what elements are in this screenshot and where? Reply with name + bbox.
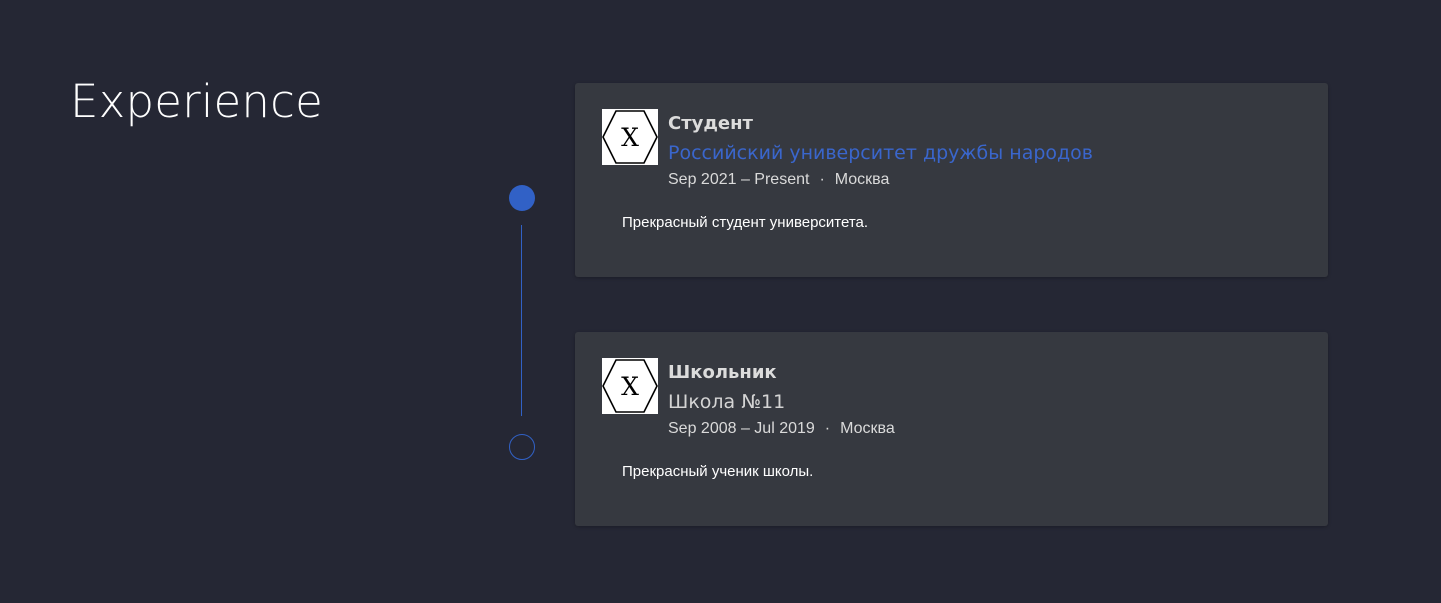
experience-role: Студент <box>668 113 753 134</box>
experience-card: X Студент Российский университет дружбы … <box>575 83 1328 277</box>
meta-separator: · <box>819 171 825 188</box>
experience-meta: Sep 2021 – Present · Москва <box>668 169 889 191</box>
organization-name: Школа №11 <box>668 391 786 413</box>
section-title: Experience <box>70 75 323 128</box>
timeline-connector <box>521 225 522 416</box>
hexagon-x-logo-icon: X <box>602 109 658 165</box>
meta-separator: · <box>824 420 831 437</box>
location: Москва <box>840 420 895 437</box>
organization-link[interactable]: Российский университет дружбы народов <box>668 140 1093 166</box>
experience-description: Прекрасный ученик школы. <box>622 463 814 480</box>
logo-letter: X <box>621 372 639 401</box>
experience-card: X Школьник Школа №11 Sep 2008 – Jul 2019… <box>575 332 1328 526</box>
hexagon-x-logo-icon: X <box>602 358 658 414</box>
timeline-dot-past <box>509 434 535 460</box>
logo-letter: X <box>621 123 639 152</box>
date-range: Sep 2021 – Present <box>668 171 810 188</box>
date-range: Sep 2008 – Jul 2019 <box>668 420 815 437</box>
experience-role: Школьник <box>668 362 777 383</box>
timeline-dot-current <box>509 185 535 211</box>
experience-meta: Sep 2008 – Jul 2019 · Москва <box>668 418 895 440</box>
location: Москва <box>834 171 890 188</box>
experience-description: Прекрасный студент университета. <box>622 214 869 231</box>
